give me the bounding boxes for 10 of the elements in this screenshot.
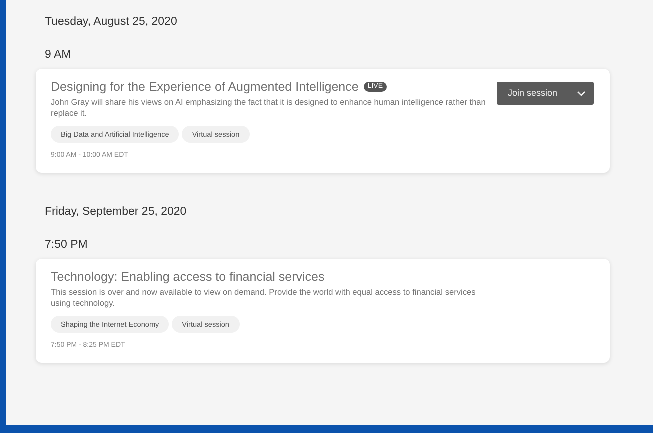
session-description: John Gray will share his views on AI emphasizing the fact that it is designed to enhance human intelligence rather than replace it.: [51, 97, 487, 119]
date-heading: Tuesday, August 25, 2020: [44, 15, 178, 29]
chevron-down-icon: [577, 90, 586, 96]
session-title: Designing for the Experience of Augmented Intelligence: [51, 79, 359, 95]
date-heading: Friday, September 25, 2020: [44, 205, 188, 219]
session-description: This session is over and now available to view on demand. Provide the world with equal access to financial services using technology.: [51, 287, 477, 309]
time-heading: 7:50 PM: [44, 238, 89, 252]
join-session-button[interactable]: Join session: [497, 82, 594, 105]
time-heading: 9 AM: [44, 48, 72, 62]
session-title: Technology: Enabling access to financial services: [51, 269, 325, 285]
